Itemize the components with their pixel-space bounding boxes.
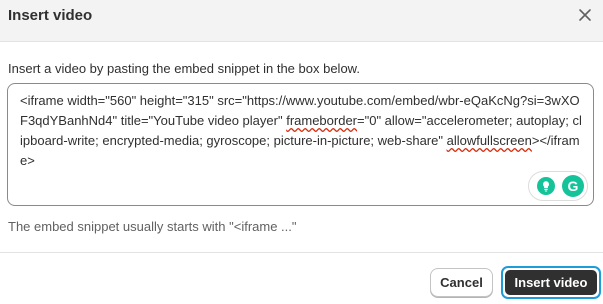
help-text: The embed snippet usually starts with "<…	[8, 219, 297, 234]
footer-divider	[0, 252, 603, 253]
grammarly-icon[interactable]: G	[562, 175, 584, 197]
insert-button-focus-ring: Insert video	[501, 266, 601, 299]
dialog-title: Insert video	[8, 7, 93, 24]
insert-video-button[interactable]: Insert video	[505, 270, 597, 295]
cancel-button[interactable]: Cancel	[430, 268, 493, 297]
close-icon[interactable]	[574, 4, 596, 26]
embed-snippet-textarea[interactable]: <iframe width="560" height="315" src="ht…	[7, 83, 594, 206]
spellcheck-word: frameborder	[286, 113, 358, 128]
embed-code-text: <iframe width="560" height="315" src="ht…	[20, 91, 582, 171]
dialog-header: Insert video	[0, 0, 603, 42]
extension-tray: G	[528, 171, 588, 201]
instruction-text: Insert a video by pasting the embed snip…	[8, 61, 360, 76]
lightbulb-icon[interactable]	[537, 177, 555, 195]
spellcheck-word: allowfullscreen	[446, 133, 532, 148]
insert-video-dialog: Insert video Insert a video by pasting t…	[0, 0, 603, 304]
